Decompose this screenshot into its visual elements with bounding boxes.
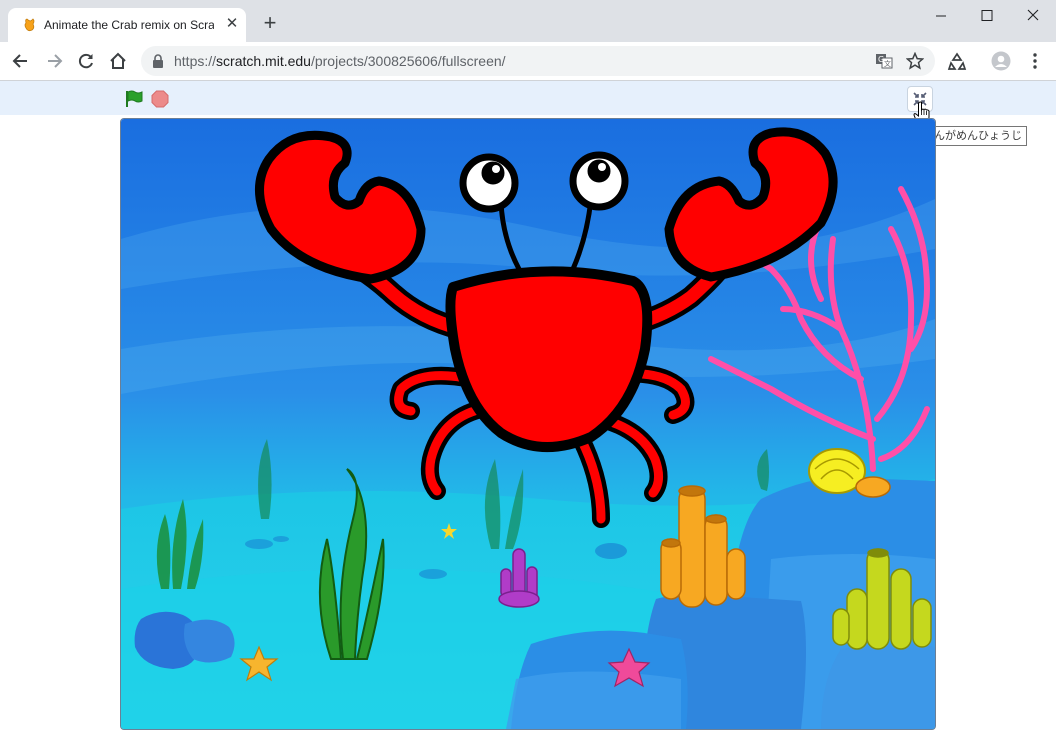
green-flag-icon[interactable]	[124, 89, 144, 109]
new-tab-button[interactable]: +	[258, 12, 282, 36]
scratch-cat-icon	[24, 18, 35, 32]
back-icon[interactable]	[11, 51, 31, 71]
stage-canvas	[121, 119, 935, 729]
url-scheme: https://	[174, 53, 217, 69]
extension-icon[interactable]	[947, 51, 967, 71]
scratch-controls-bar	[0, 81, 1056, 115]
close-icon[interactable]	[1010, 4, 1056, 28]
svg-text:文: 文	[884, 59, 891, 68]
forward-icon[interactable]	[44, 51, 64, 71]
address-bar[interactable]: https://scratch.mit.edu/projects/3008256…	[141, 46, 935, 76]
stop-icon[interactable]	[151, 90, 169, 108]
reload-icon[interactable]	[76, 51, 96, 71]
url-path: /projects/300825606/fullscreen/	[310, 53, 506, 69]
profile-icon[interactable]	[991, 51, 1011, 71]
translate-icon[interactable]: G 文	[875, 52, 893, 70]
tab-close-icon[interactable]: ✕	[224, 16, 240, 32]
minimize-icon[interactable]	[918, 4, 964, 28]
lock-icon	[153, 54, 163, 68]
tab-title: Animate the Crab remix on Scratch	[44, 18, 214, 32]
scratch-stage[interactable]	[120, 118, 936, 730]
bookmark-star-icon[interactable]	[906, 52, 924, 70]
home-icon[interactable]	[108, 51, 128, 71]
url-text: https://scratch.mit.edu/projects/3008256…	[174, 53, 506, 69]
browser-tab[interactable]: Animate the Crab remix on Scratch ✕	[8, 8, 246, 42]
browser-toolbar: https://scratch.mit.edu/projects/3008256…	[0, 42, 1056, 81]
browser-titlebar: Animate the Crab remix on Scratch ✕ +	[0, 0, 1056, 42]
maximize-icon[interactable]	[964, 4, 1010, 28]
menu-icon[interactable]	[1025, 51, 1045, 71]
url-host: scratch.mit.edu	[216, 53, 311, 69]
